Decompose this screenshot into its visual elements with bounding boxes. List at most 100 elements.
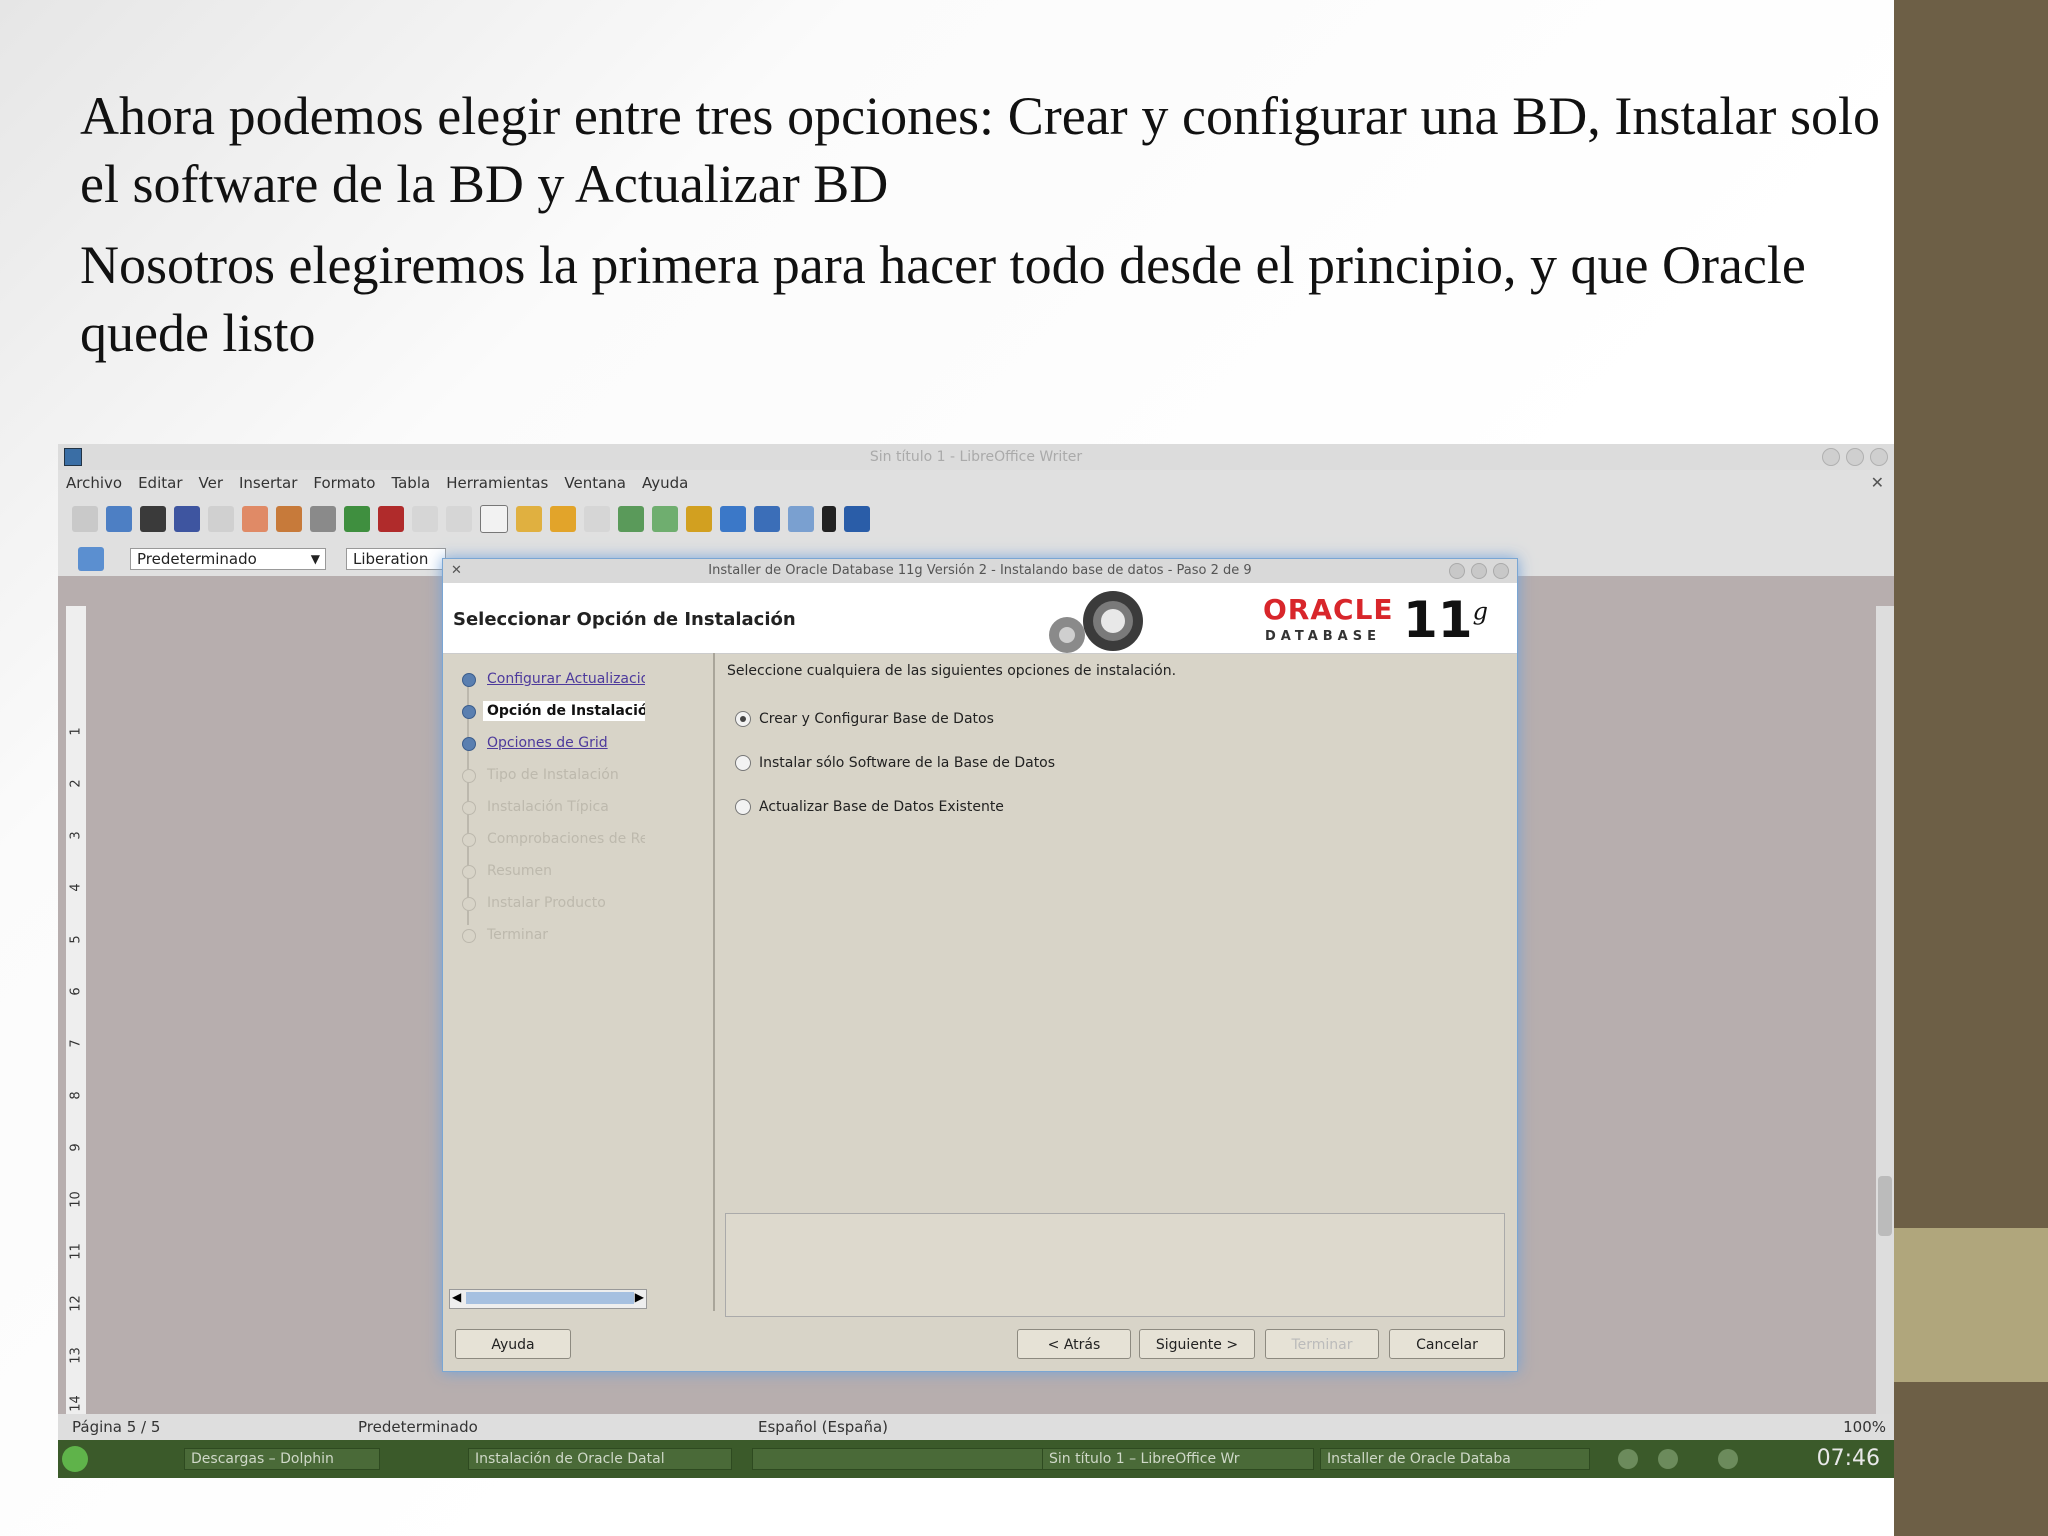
scroll-left-icon[interactable]: ◀ (452, 1290, 461, 1304)
step-marker (462, 865, 476, 879)
print-icon[interactable] (276, 506, 302, 532)
vertical-ruler: 1 2 3 4 5 6 7 8 9 10 11 12 13 14 (66, 606, 86, 1414)
steps-horizontal-scrollbar[interactable]: ◀ ▶ (449, 1289, 647, 1309)
table-icon[interactable] (652, 506, 678, 532)
standard-toolbar (58, 496, 1894, 542)
close-window-icon[interactable] (1493, 563, 1509, 579)
status-style[interactable]: Predeterminado (358, 1418, 478, 1436)
redo-icon[interactable] (584, 506, 610, 532)
menu-tabla[interactable]: Tabla (391, 474, 430, 492)
step-marker (462, 769, 476, 783)
next-button[interactable]: Siguiente > (1139, 1329, 1255, 1359)
menu-editar[interactable]: Editar (138, 474, 182, 492)
radio-button[interactable] (735, 755, 751, 771)
export-pdf-icon[interactable] (242, 506, 268, 532)
writer-titlebar: Sin título 1 - LibreOffice Writer (58, 444, 1894, 470)
menu-ventana[interactable]: Ventana (564, 474, 626, 492)
email-icon[interactable] (174, 506, 200, 532)
installer-window-title: Installer de Oracle Database 11g Versión… (708, 563, 1252, 578)
menu-ver[interactable]: Ver (199, 474, 224, 492)
menu-ayuda[interactable]: Ayuda (642, 474, 688, 492)
copy-icon[interactable] (446, 506, 472, 532)
page-indicator: Página 5 / 5 (72, 1418, 161, 1436)
ruler-number: 3 (68, 831, 84, 840)
navigator-icon[interactable] (720, 506, 746, 532)
back-button[interactable]: < Atrás (1017, 1329, 1131, 1359)
paste-icon[interactable] (480, 505, 508, 533)
font-name-select[interactable]: Liberation (346, 548, 446, 570)
task-instalacion-oracle[interactable]: Instalación de Oracle Datal (468, 1448, 732, 1470)
wifi-tray-icon[interactable] (1718, 1449, 1738, 1469)
scrollbar-thumb[interactable] (1878, 1176, 1892, 1236)
option-instalar-software[interactable]: Instalar sólo Software de la Base de Dat… (735, 741, 1507, 785)
menu-formato[interactable]: Formato (313, 474, 375, 492)
zoom-level[interactable]: 100% (1843, 1418, 1886, 1436)
menu-insertar[interactable]: Insertar (239, 474, 297, 492)
status-language[interactable]: Español (España) (758, 1418, 888, 1436)
cut-icon[interactable] (412, 506, 438, 532)
task-terminal[interactable] (752, 1448, 1092, 1470)
undo-icon[interactable] (550, 506, 576, 532)
edit-file-icon[interactable] (208, 506, 234, 532)
ruler-number: 13 (68, 1347, 84, 1364)
scroll-right-icon[interactable]: ▶ (635, 1290, 644, 1304)
task-dolphin[interactable]: Descargas – Dolphin (184, 1448, 380, 1470)
formatting-marks-icon[interactable] (822, 506, 836, 532)
clipboard-tray-icon[interactable] (1658, 1449, 1678, 1469)
start-menu-icon[interactable] (62, 1446, 88, 1472)
data-sources-icon[interactable] (788, 506, 814, 532)
maximize-icon[interactable] (1846, 448, 1864, 466)
gears-icon (1049, 591, 1143, 653)
close-document-icon[interactable]: ✕ (1871, 473, 1884, 492)
settings-tray-icon[interactable] (1618, 1449, 1638, 1469)
minimize-icon[interactable] (1822, 448, 1840, 466)
print-preview-icon[interactable] (310, 506, 336, 532)
maximize-icon[interactable] (1471, 563, 1487, 579)
step-opcion-instalacion[interactable]: Opción de Instalación (483, 701, 645, 721)
cancel-button[interactable]: Cancelar (1389, 1329, 1505, 1359)
task-libreoffice[interactable]: Sin título 1 – LibreOffice Wr (1042, 1448, 1314, 1470)
save-icon[interactable] (140, 506, 166, 532)
new-document-icon[interactable] (72, 506, 98, 532)
styles-icon[interactable] (78, 547, 104, 571)
open-icon[interactable] (106, 506, 132, 532)
writer-window-controls (1822, 448, 1888, 466)
ruler-number: 6 (68, 987, 84, 996)
minimize-icon[interactable] (1449, 563, 1465, 579)
radio-button[interactable] (735, 711, 751, 727)
option-label: Crear y Configurar Base de Datos (759, 711, 994, 727)
ruler-number: 10 (68, 1191, 84, 1208)
help-button[interactable]: Ayuda (455, 1329, 571, 1359)
paragraph-style-select[interactable]: Predeterminado ▼ (130, 548, 326, 570)
draw-functions-icon[interactable] (686, 506, 712, 532)
scrollbar-thumb[interactable] (466, 1292, 634, 1304)
step-configurar-actualizaciones[interactable]: Configurar Actualizaciones de (487, 671, 645, 687)
autospellcheck-icon[interactable] (378, 506, 404, 532)
menu-herramientas[interactable]: Herramientas (446, 474, 548, 492)
help-icon[interactable] (844, 506, 870, 532)
step-marker (462, 705, 476, 719)
panel-divider (713, 653, 715, 1311)
document-vertical-scrollbar[interactable] (1876, 606, 1894, 1414)
option-actualizar[interactable]: Actualizar Base de Datos Existente (735, 785, 1507, 829)
page-title: Seleccionar Opción de Instalación (453, 609, 796, 630)
finish-button: Terminar (1265, 1329, 1379, 1359)
paragraph-style-value: Predeterminado (137, 550, 257, 568)
hyperlink-icon[interactable] (618, 506, 644, 532)
step-marker (462, 833, 476, 847)
step-opciones-grid[interactable]: Opciones de Grid (487, 735, 608, 751)
desktop-taskbar: Descargas – Dolphin Instalación de Oracl… (58, 1440, 1894, 1478)
taskbar-clock: 07:46 (1816, 1446, 1880, 1471)
ruler-number: 2 (68, 779, 84, 788)
format-paintbrush-icon[interactable] (516, 506, 542, 532)
step-tipo-instalacion: Tipo de Instalación (487, 767, 619, 783)
step-terminar: Terminar (487, 927, 549, 943)
oracle-logo: ORACLE (1263, 593, 1394, 626)
task-oracle-installer[interactable]: Installer de Oracle Databa (1320, 1448, 1590, 1470)
close-window-icon[interactable] (1870, 448, 1888, 466)
option-crear-configurar[interactable]: Crear y Configurar Base de Datos (735, 697, 1507, 741)
radio-button[interactable] (735, 799, 751, 815)
menu-archivo[interactable]: Archivo (66, 474, 122, 492)
spellcheck-icon[interactable] (344, 506, 370, 532)
gallery-icon[interactable] (754, 506, 780, 532)
